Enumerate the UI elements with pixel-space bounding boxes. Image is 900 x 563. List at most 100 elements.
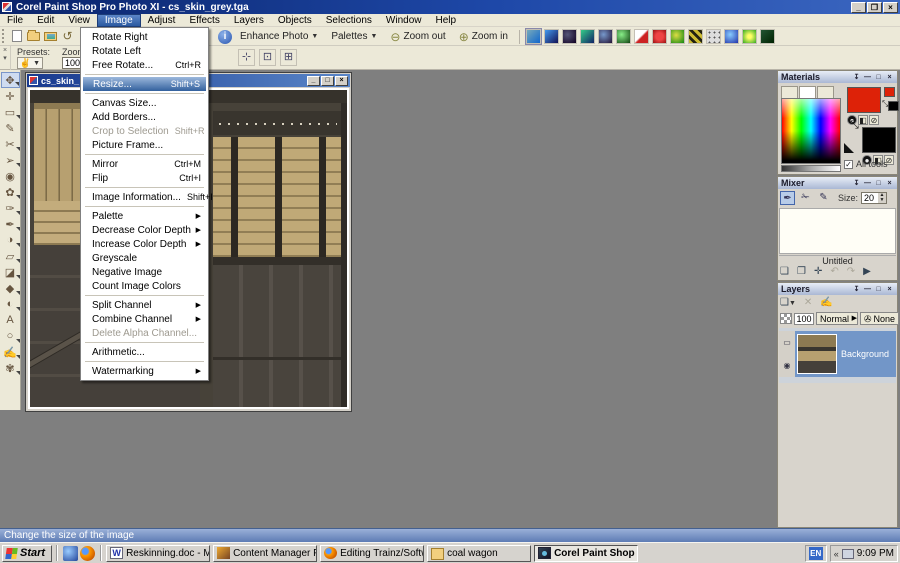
mixer-more-button[interactable]: ▶ bbox=[863, 266, 871, 277]
transparent-style-icon[interactable]: ⊘ bbox=[869, 115, 879, 125]
mixer-brush-tool[interactable]: ✒ bbox=[780, 191, 795, 205]
menu-layers[interactable]: Layers bbox=[227, 14, 271, 27]
menu-objects[interactable]: Objects bbox=[271, 14, 319, 27]
preset-shape-tool[interactable]: ○ bbox=[1, 328, 20, 344]
menu-item-rotate-right[interactable]: Rotate Right bbox=[82, 30, 207, 44]
minimize-icon[interactable]: _ bbox=[851, 2, 866, 13]
clone-brush-tool[interactable]: ✑ bbox=[1, 200, 20, 216]
task-firefox[interactable]: Editing Trainz/Software ... bbox=[320, 545, 424, 562]
effect-icon[interactable] bbox=[742, 29, 757, 44]
menu-effects[interactable]: Effects bbox=[182, 14, 226, 27]
menu-help[interactable]: Help bbox=[428, 14, 463, 27]
menu-item-free-rotate[interactable]: Free Rotate...Ctrl+R bbox=[82, 58, 207, 72]
close-icon[interactable]: × bbox=[335, 76, 348, 86]
close-icon[interactable]: × bbox=[885, 179, 894, 188]
task-coal-wagon-folder[interactable]: coal wagon bbox=[427, 545, 531, 562]
effect-icon[interactable] bbox=[688, 29, 703, 44]
tab-rainbow[interactable] bbox=[799, 86, 816, 98]
paint-brush-tool[interactable]: ✒ bbox=[1, 216, 20, 232]
menu-item-rotate-left[interactable]: Rotate Left bbox=[82, 44, 207, 58]
layers-panel-header[interactable]: Layers ↧ — □ × bbox=[778, 283, 897, 295]
effect-icon[interactable] bbox=[760, 29, 775, 44]
pin-icon[interactable]: ↧ bbox=[852, 73, 861, 82]
minimize-icon[interactable]: — bbox=[863, 285, 872, 294]
menu-item-watermarking[interactable]: Watermarking▶ bbox=[82, 364, 207, 378]
effect-icon[interactable] bbox=[706, 29, 721, 44]
actual-size-button[interactable]: ⊞ bbox=[280, 49, 297, 66]
effect-icon[interactable] bbox=[652, 29, 667, 44]
task-reskinning-doc[interactable]: W Reskinning.doc - Microso... bbox=[106, 545, 210, 562]
layer-row-background[interactable]: ▭ ◉ Background bbox=[779, 331, 896, 377]
dropper-tool[interactable]: ✎ bbox=[1, 120, 20, 136]
spinner-down-icon[interactable]: ▼ bbox=[878, 198, 886, 203]
effect-icon[interactable] bbox=[616, 29, 631, 44]
menu-item-decrease-color-depth[interactable]: Decrease Color Depth▶ bbox=[82, 223, 207, 237]
zoom-out-button[interactable]: ⊖ Zoom out bbox=[385, 29, 450, 45]
foreground-color-swatch[interactable] bbox=[847, 87, 881, 113]
fit-window-button[interactable]: ⊡ bbox=[259, 49, 276, 66]
menu-item-combine-channel[interactable]: Combine Channel▶ bbox=[82, 312, 207, 326]
color-picker-map[interactable] bbox=[781, 98, 841, 164]
menu-item-arithmetic[interactable]: Arithmetic... bbox=[82, 345, 207, 359]
toolbar-grip[interactable] bbox=[2, 29, 6, 43]
new-layer-button[interactable]: ❏▼ bbox=[780, 297, 796, 308]
warp-brush-tool[interactable]: ✾ bbox=[1, 360, 20, 376]
materials-panel-header[interactable]: Materials ↧ — □ × bbox=[778, 71, 897, 83]
restore-icon[interactable]: ❐ bbox=[867, 2, 882, 13]
mixer-new-page-button[interactable]: ❏ bbox=[780, 266, 789, 277]
menu-selections[interactable]: Selections bbox=[319, 14, 379, 27]
grayscale-strip[interactable] bbox=[781, 165, 841, 172]
minimize-icon[interactable]: — bbox=[863, 179, 872, 188]
move-tool[interactable]: ✛ bbox=[1, 88, 20, 104]
menu-view[interactable]: View bbox=[61, 14, 97, 27]
quick-launch-desktop-icon[interactable] bbox=[63, 546, 78, 561]
menu-item-image-information[interactable]: Image Information...Shift+I bbox=[82, 190, 207, 204]
quick-launch-firefox-icon[interactable] bbox=[80, 546, 95, 561]
effect-icon[interactable] bbox=[562, 29, 577, 44]
visibility-eye-icon[interactable]: ◉ bbox=[784, 361, 791, 370]
tab-swatches[interactable] bbox=[817, 86, 834, 98]
foreground-mini-swatch[interactable] bbox=[884, 87, 895, 97]
twain-button[interactable]: ↺ bbox=[59, 28, 76, 44]
maximize-icon[interactable]: □ bbox=[321, 76, 334, 86]
effect-icon[interactable] bbox=[634, 29, 649, 44]
swap-colors-icon[interactable]: ⤡ bbox=[882, 99, 888, 109]
menu-item-palette[interactable]: Palette▶ bbox=[82, 209, 207, 223]
menu-item-picture-frame[interactable]: Picture Frame... bbox=[82, 138, 207, 152]
menu-edit[interactable]: Edit bbox=[30, 14, 61, 27]
red-eye-tool[interactable]: ◉ bbox=[1, 168, 20, 184]
pick-tool[interactable]: ➢ bbox=[1, 152, 20, 168]
crop-tool[interactable]: ✂ bbox=[1, 136, 20, 152]
menu-image[interactable]: Image bbox=[97, 14, 141, 27]
pin-icon[interactable]: ↧ bbox=[852, 179, 861, 188]
presets-dropdown[interactable]: ✌ ▼ bbox=[17, 57, 43, 69]
makeover-tool[interactable]: ✿ bbox=[1, 184, 20, 200]
close-icon[interactable]: × bbox=[885, 73, 894, 82]
menu-item-flip[interactable]: FlipCtrl+I bbox=[82, 171, 207, 185]
pan-tool[interactable]: ✥ bbox=[1, 72, 20, 88]
swap-materials-icon[interactable]: ⤡ bbox=[850, 119, 859, 132]
new-button[interactable] bbox=[8, 28, 25, 44]
menu-file[interactable]: File bbox=[0, 14, 30, 27]
start-button[interactable]: Start bbox=[2, 545, 52, 562]
layer-thumbnail[interactable] bbox=[797, 334, 837, 374]
menu-item-increase-color-depth[interactable]: Increase Color Depth▶ bbox=[82, 237, 207, 251]
menu-window[interactable]: Window bbox=[379, 14, 429, 27]
menu-item-resize[interactable]: Resize...Shift+S bbox=[83, 77, 206, 91]
effect-icon[interactable] bbox=[580, 29, 595, 44]
minimize-icon[interactable]: _ bbox=[307, 76, 320, 86]
background-eraser-tool[interactable]: ◪ bbox=[1, 264, 20, 280]
pen-tool[interactable]: ✍ bbox=[1, 344, 20, 360]
menu-item-greyscale[interactable]: Greyscale bbox=[82, 251, 207, 265]
menu-adjust[interactable]: Adjust bbox=[141, 14, 183, 27]
eraser-tool[interactable]: ▱ bbox=[1, 248, 20, 264]
background-mini-swatch[interactable] bbox=[888, 101, 899, 111]
palettes-button[interactable]: Palettes ▼ bbox=[326, 30, 382, 43]
fit-image-button[interactable]: ⊹ bbox=[238, 49, 255, 66]
gradient-style-icon[interactable]: ◧ bbox=[858, 115, 868, 125]
maximize-icon[interactable]: □ bbox=[874, 73, 883, 82]
texture-toggle-icon[interactable] bbox=[844, 143, 854, 153]
maximize-icon[interactable]: □ bbox=[874, 285, 883, 294]
menu-item-mirror[interactable]: MirrorCtrl+M bbox=[82, 157, 207, 171]
palette-handle[interactable]: ×▾ bbox=[0, 46, 11, 70]
